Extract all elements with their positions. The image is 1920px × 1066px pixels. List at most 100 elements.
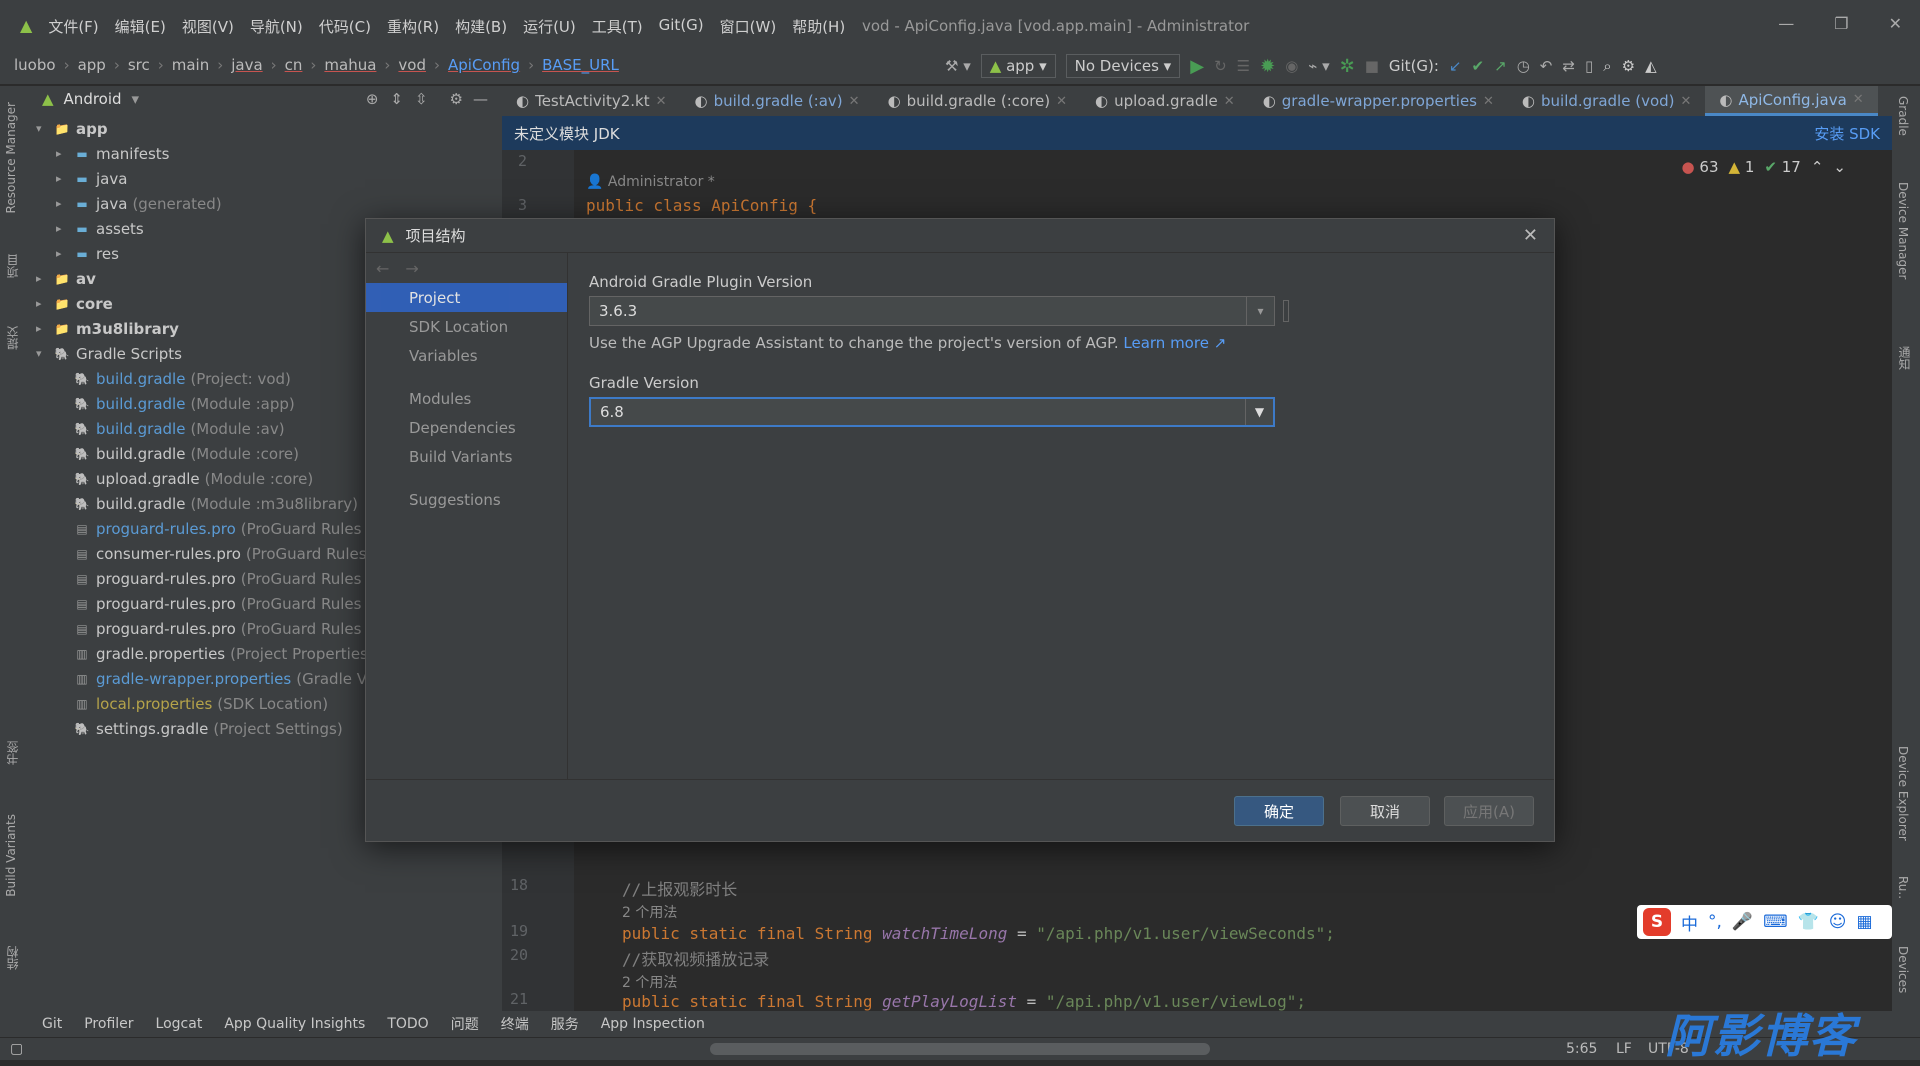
cancel-button[interactable]: 取消 [1340,796,1430,826]
mic-icon[interactable]: 🎤 [1732,912,1753,932]
ime-punct[interactable]: °, [1708,912,1722,932]
apply-button[interactable]: 应用(A) [1444,796,1534,826]
menu-item[interactable]: 视图(V) [182,16,234,37]
close-tab-icon[interactable]: ✕ [656,94,667,109]
close-icon[interactable]: ✕ [1523,225,1538,246]
dialog-nav-item[interactable]: Project [366,283,567,312]
strip-device-manager[interactable]: Device Manager [1896,182,1910,279]
expand-arrow-icon[interactable]: ▸ [56,147,72,160]
expand-arrow-icon[interactable]: ▾ [36,122,52,135]
dialog-nav-item[interactable]: Variables [366,341,567,370]
tool-window-button[interactable]: 终端 [501,1014,529,1034]
strip-commit[interactable]: 提交 [4,326,21,350]
menu-item[interactable]: 工具(T) [592,16,643,37]
git-push-icon[interactable]: ↗ [1494,57,1507,75]
strip-notifications[interactable]: 通知 [1896,346,1913,370]
expand-arrow-icon[interactable]: ▾ [36,347,52,360]
expand-arrow-icon[interactable]: ▸ [56,222,72,235]
breadcrumb-item[interactable]: ApiConfig [448,56,520,74]
rollback-icon[interactable]: ↶ [1540,57,1553,75]
strip-device-explorer[interactable]: Device Explorer [1896,746,1910,841]
coverage-icon[interactable]: ☰ [1237,57,1250,75]
dialog-nav-item[interactable]: SDK Location [366,312,567,341]
project-view-select[interactable]: Android [64,90,122,108]
panel-actions[interactable]: ⊕⇕⇳ [366,90,440,108]
gear-icon[interactable]: ⚙ [450,90,463,108]
minimize-button[interactable]: — [1778,14,1794,33]
settings-icon[interactable]: ⚙ [1622,57,1635,75]
breadcrumb-item[interactable]: main [172,56,209,74]
gradle-version-value[interactable]: 6.8 [591,403,624,421]
strip-resource-manager[interactable]: Resource Manager [4,102,18,213]
strip-structure[interactable]: 结构 [4,946,21,970]
tree-item[interactable]: ▸ ▬ java (generated) [28,191,502,216]
tree-item[interactable]: ▸ ▬ manifests [28,141,502,166]
breadcrumb-item[interactable]: src [128,56,150,74]
menu-item[interactable]: Git(G) [659,16,704,37]
expand-arrow-icon[interactable]: ▸ [56,247,72,260]
close-window-button[interactable]: ✕ [1889,14,1902,33]
menu-item[interactable]: 代码(C) [319,16,371,37]
back-icon[interactable]: ← [376,259,389,278]
toolbox-icon[interactable]: ▦ [1857,912,1873,932]
stop-icon[interactable]: ■ [1365,57,1379,75]
layout-icon[interactable]: ▢ [10,1041,23,1057]
chevron-up-icon[interactable]: ⌃ [1811,158,1824,176]
tree-item[interactable]: ▾ 📁 app [28,116,502,141]
breadcrumb-item[interactable]: vod [398,56,426,74]
attach-debugger-icon[interactable]: ✲ [1340,56,1355,77]
profile-icon[interactable]: ◉ [1285,57,1298,75]
tool-window-button[interactable]: Git [42,1016,62,1032]
history-icon[interactable]: ◷ [1517,57,1530,75]
cursor-position[interactable]: 5:65 [1566,1041,1597,1057]
ime-mode[interactable]: 中 [1681,910,1698,935]
git-commit-icon[interactable]: ✔ [1472,57,1485,75]
strip-project[interactable]: 项目 [4,254,21,278]
chevron-down-icon[interactable]: ⌄ [1833,158,1846,176]
inspection-widget[interactable]: ● 63 ▲ 1 ✔ 17 ⌃ ⌄ [1682,158,1846,176]
tool-window-button[interactable]: App Quality Insights [224,1016,365,1032]
menu-item[interactable]: 运行(U) [523,16,576,37]
editor-tab[interactable]: ◐ gradle-wrapper.properties ✕ [1249,86,1508,116]
dialog-nav-item[interactable]: Suggestions [366,485,567,514]
expand-arrow-icon[interactable]: ▸ [36,272,52,285]
install-sdk-link[interactable]: 安装 SDK [1814,123,1880,144]
expand-arrow-icon[interactable]: ▸ [56,172,72,185]
tool-window-button[interactable]: 服务 [551,1014,579,1034]
breadcrumb-item[interactable]: app [78,56,106,74]
ok-button[interactable]: 确定 [1234,796,1324,826]
editor-tab[interactable]: ◐ ApiConfig.java ✕ [1705,86,1878,116]
rerun-icon[interactable]: ↻ [1214,57,1227,75]
agp-version-select[interactable]: 3.6.3 ▾ [589,296,1275,326]
close-tab-icon[interactable]: ✕ [1681,94,1692,109]
dialog-nav-item[interactable]: Build Variants [366,442,567,471]
strip-bookmarks[interactable]: 书签 [4,741,21,765]
line-separator[interactable]: LF [1616,1041,1632,1057]
chevron-down-icon[interactable]: ▾ [132,90,140,108]
run-icon[interactable]: ▶ [1190,56,1204,77]
editor-tab[interactable]: ◐ build.gradle (vod) ✕ [1508,86,1706,116]
menu-item[interactable]: 窗口(W) [720,16,777,37]
restore-button[interactable]: ❐ [1834,14,1848,33]
tool-window-button[interactable]: Logcat [156,1016,203,1032]
close-tab-icon[interactable]: ✕ [1056,94,1067,109]
close-tab-icon[interactable]: ✕ [849,94,860,109]
expand-arrow-icon[interactable]: ▸ [56,197,72,210]
menu-item[interactable]: 帮助(H) [792,16,845,37]
close-tab-icon[interactable]: ✕ [1224,94,1235,109]
device-select[interactable]: No Devices ▾ [1065,54,1181,78]
breadcrumb-item[interactable]: cn [285,56,303,74]
dialog-nav-item[interactable]: Dependencies [366,413,567,442]
menu-item[interactable]: 文件(F) [48,16,98,37]
android-icon[interactable]: ◭ [1645,57,1657,75]
breadcrumb-item[interactable]: BASE_URL [542,56,619,74]
forward-icon[interactable]: → [405,259,418,278]
tool-window-button[interactable]: 问题 [451,1014,479,1034]
breadcrumb-item[interactable]: luobo [14,56,56,74]
chevron-down-icon[interactable]: ▼ [1245,399,1273,425]
git-update-icon[interactable]: ↙ [1449,57,1462,75]
strip-gradle[interactable]: Gradle [1896,96,1910,136]
horizontal-scrollbar[interactable] [710,1043,1210,1055]
tool-window-button[interactable]: App Inspection [601,1016,705,1032]
close-tab-icon[interactable]: ✕ [1483,94,1494,109]
